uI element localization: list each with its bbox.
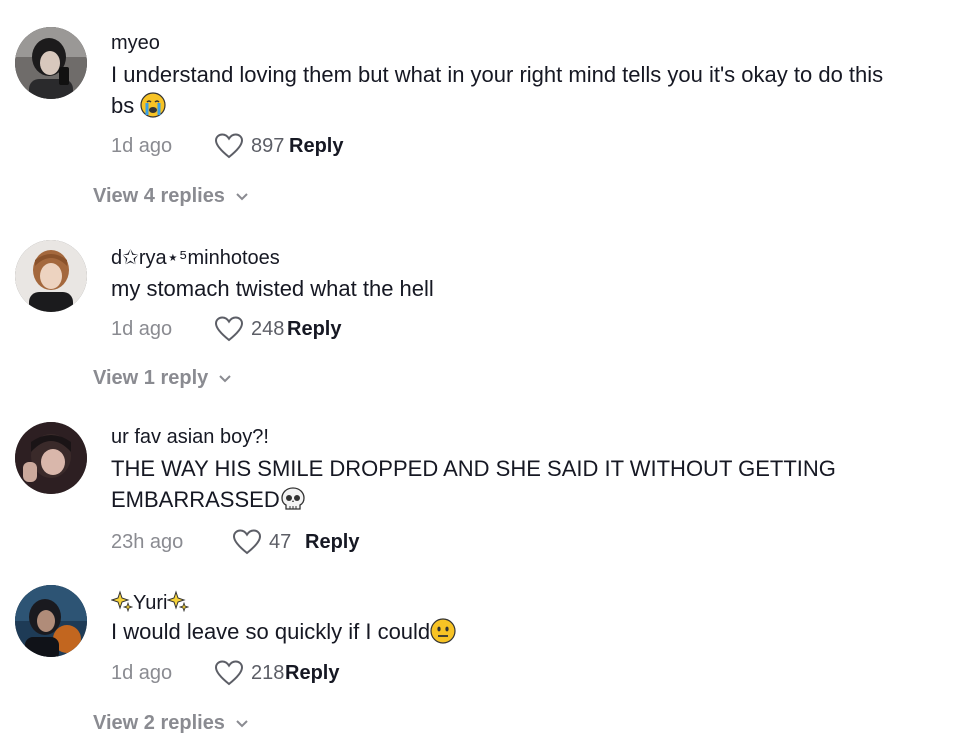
avatar[interactable] (15, 422, 87, 494)
crying-face-icon (140, 92, 166, 118)
avatar[interactable] (15, 585, 87, 657)
comment-username-text: Yuri (133, 592, 168, 614)
view-replies-label: View 2 replies (93, 712, 225, 734)
heart-icon (215, 133, 243, 159)
view-replies-label: View 4 replies (93, 185, 225, 207)
comment-item: ur fav asian boy?! THE WAY HIS SMILE DRO… (0, 400, 960, 570)
view-replies-button[interactable]: View 1 reply (93, 367, 232, 390)
comment-meta: 23h ago 47 Reply (111, 527, 359, 557)
reply-button[interactable]: Reply (285, 662, 339, 685)
neutral-face-icon (430, 618, 456, 644)
comment-username[interactable]: ur fav asian boy?! (111, 426, 269, 449)
view-replies-button[interactable]: View 2 replies (93, 712, 249, 735)
sparkles-icon (167, 590, 190, 612)
avatar[interactable] (15, 27, 87, 99)
comment-text-body: I understand loving them but what in you… (111, 62, 884, 118)
comment-username[interactable]: Yuri (111, 590, 190, 615)
heart-icon (215, 660, 243, 686)
skull-icon (280, 486, 306, 512)
comment-meta: 1d ago 897 Reply (111, 131, 343, 161)
view-replies-label: View 1 reply (93, 367, 209, 389)
comment-time: 1d ago (111, 317, 173, 340)
chevron-down-icon (219, 374, 231, 382)
avatar[interactable] (15, 240, 87, 312)
comment-text: THE WAY HIS SMILE DROPPED AND SHE SAID I… (111, 453, 901, 515)
reply-button[interactable]: Reply (289, 135, 343, 158)
reply-button[interactable]: Reply (305, 531, 359, 554)
reply-button[interactable]: Reply (287, 318, 341, 341)
comment-item: d✩rya⋆⁵minhotoes my stomach twisted what… (0, 220, 960, 400)
comment-time: 1d ago (111, 134, 173, 157)
heart-icon (233, 529, 261, 555)
comment-text: I would leave so quickly if I could (111, 616, 901, 647)
comment-item: Yuri I would leave so quickly if I could… (0, 570, 960, 748)
comment-text: I understand loving them but what in you… (111, 59, 901, 121)
comment-meta: 1d ago 218 Reply (111, 658, 339, 688)
chevron-down-icon (236, 192, 248, 200)
comment-text: my stomach twisted what the hell (111, 276, 434, 301)
comment-username[interactable]: d✩rya⋆⁵minhotoes (111, 245, 280, 270)
comment-username[interactable]: myeo (111, 32, 160, 55)
comment-meta: 1d ago 248 Reply (111, 314, 341, 344)
comment-time: 23h ago (111, 530, 184, 553)
chevron-down-icon (236, 719, 248, 727)
comment-text-body: THE WAY HIS SMILE DROPPED AND SHE SAID I… (111, 456, 836, 512)
view-replies-button[interactable]: View 4 replies (93, 185, 249, 208)
sparkles-icon (111, 590, 133, 612)
heart-icon (215, 316, 243, 342)
comment-text-body: I would leave so quickly if I could (111, 619, 431, 644)
comment-item: myeo I understand loving them but what i… (0, 0, 960, 220)
comment-time: 1d ago (111, 661, 173, 684)
